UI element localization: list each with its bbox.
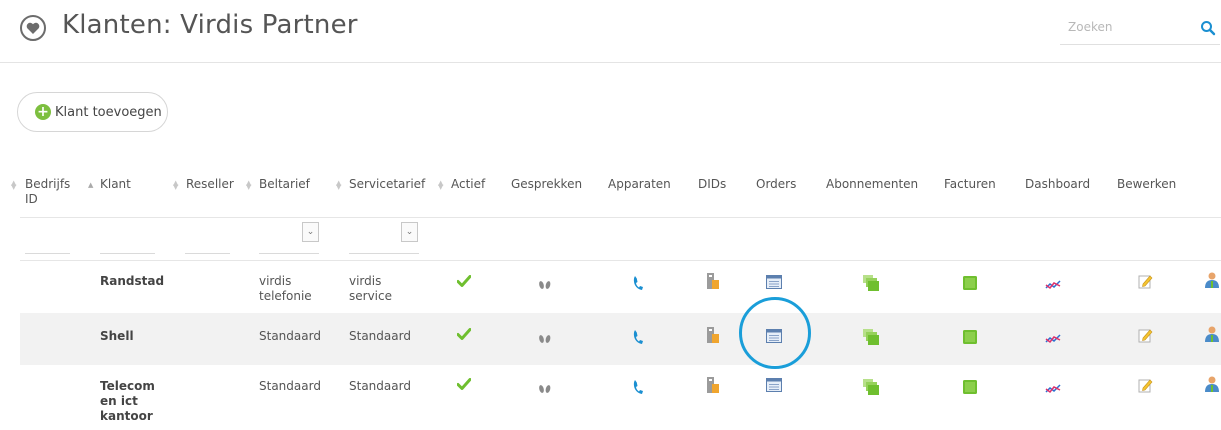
column-header-apparaten: Apparaten xyxy=(608,177,671,191)
cell-klant: Randstad xyxy=(100,274,165,288)
filter-input-klant[interactable] xyxy=(100,253,155,254)
filter-input-reseller[interactable] xyxy=(185,253,230,254)
cell-servicetarief: Standaard xyxy=(349,379,411,393)
column-header-gesprekken: Gesprekken xyxy=(511,177,583,191)
sort-icon[interactable]: ▲ ▼ xyxy=(11,180,16,191)
edit-icon[interactable] xyxy=(1138,274,1153,293)
sort-icon[interactable]: ▲ ▼ xyxy=(173,180,178,191)
page-header: Klanten: Virdis Partner xyxy=(0,0,1221,63)
device-icon[interactable] xyxy=(706,272,720,294)
column-header-servicetarief[interactable]: Servicetarief xyxy=(349,177,425,192)
device-icon[interactable] xyxy=(706,376,720,398)
column-header-reseller[interactable]: Reseller xyxy=(186,177,234,192)
sort-icon[interactable]: ▲ ▼ xyxy=(438,180,443,191)
phone-icon[interactable] xyxy=(632,329,644,349)
column-header-dids: DIDs xyxy=(698,177,727,191)
highlight-circle xyxy=(739,297,811,369)
filter-select-beltarief[interactable] xyxy=(259,253,319,254)
search-icon[interactable] xyxy=(1200,20,1216,40)
header-divider xyxy=(20,217,1221,218)
phone-icon[interactable] xyxy=(632,379,644,399)
chevron-down-icon[interactable]: ⌄ xyxy=(302,222,319,242)
column-header-beltarief[interactable]: Beltarief xyxy=(259,177,310,192)
sort-asc-icon[interactable]: ▲ xyxy=(88,182,93,189)
chevron-down-icon[interactable]: ⌄ xyxy=(401,222,418,242)
cell-servicetarief: Standaard xyxy=(349,329,411,343)
subscriptions-icon[interactable] xyxy=(863,329,879,349)
filter-input-bedrijfs-id[interactable] xyxy=(25,253,70,254)
footprints-icon[interactable] xyxy=(537,381,553,400)
add-customer-button[interactable]: + Klant toevoegen xyxy=(17,92,168,132)
edit-icon[interactable] xyxy=(1138,328,1153,347)
column-header-orders: Orders xyxy=(756,177,797,191)
cell-servicetarief: virdis service xyxy=(349,274,392,303)
column-header-actief[interactable]: Actief xyxy=(451,177,485,192)
invoice-icon[interactable] xyxy=(963,275,977,294)
invoice-icon[interactable] xyxy=(963,329,977,348)
user-icon[interactable] xyxy=(1205,272,1219,292)
cell-beltarief: virdis telefonie xyxy=(259,274,312,303)
dashboard-chart-icon[interactable] xyxy=(1045,380,1061,399)
column-header-bedrijfs-id-line1: Bedrijfs xyxy=(25,177,71,191)
footprints-icon[interactable] xyxy=(537,277,553,296)
edit-icon[interactable] xyxy=(1138,378,1153,397)
table-row xyxy=(20,313,1221,365)
cell-beltarief: Standaard xyxy=(259,379,321,393)
footprints-icon[interactable] xyxy=(537,331,553,350)
phone-icon[interactable] xyxy=(632,275,644,295)
column-header-dashboard: Dashboard xyxy=(1025,177,1091,191)
heart-icon xyxy=(20,15,46,41)
table-row xyxy=(20,365,1221,430)
orders-window-icon[interactable] xyxy=(766,274,782,293)
search-input[interactable] xyxy=(1060,14,1188,40)
invoice-icon[interactable] xyxy=(963,379,977,398)
search-box xyxy=(1060,14,1220,45)
checkmark-icon xyxy=(456,325,472,344)
add-customer-label: Klant toevoegen xyxy=(55,104,162,120)
column-header-klant[interactable]: Klant xyxy=(100,177,131,192)
dashboard-chart-icon[interactable] xyxy=(1045,330,1061,349)
filter-select-servicetarief[interactable] xyxy=(349,253,419,254)
device-icon[interactable] xyxy=(706,326,720,348)
checkmark-icon xyxy=(456,272,472,291)
subscriptions-icon[interactable] xyxy=(863,275,879,295)
user-icon[interactable] xyxy=(1205,376,1219,396)
orders-window-icon[interactable] xyxy=(766,377,782,396)
cell-klant: Shell xyxy=(100,329,134,343)
sort-icon[interactable]: ▲ ▼ xyxy=(336,180,341,191)
column-header-facturen: Facturen xyxy=(944,177,996,191)
plus-icon: + xyxy=(35,104,51,120)
dashboard-chart-icon[interactable] xyxy=(1045,276,1061,295)
subscriptions-icon[interactable] xyxy=(863,379,879,399)
cell-klant: Telecom en ict kantoor xyxy=(100,379,155,423)
column-header-abonnementen: Abonnementen xyxy=(826,177,919,191)
table-row xyxy=(20,261,1221,313)
cell-beltarief: Standaard xyxy=(259,329,321,343)
page-title: Klanten: Virdis Partner xyxy=(62,10,358,40)
user-icon[interactable] xyxy=(1205,326,1219,346)
column-header-bewerken: Bewerken xyxy=(1117,177,1177,191)
column-header-bedrijfs-id-line2: ID xyxy=(25,192,38,206)
column-header-bedrijfs-id[interactable]: Bedrijfs ID xyxy=(25,177,70,207)
checkmark-icon xyxy=(456,375,472,394)
sort-icon[interactable]: ▲ ▼ xyxy=(246,180,251,191)
